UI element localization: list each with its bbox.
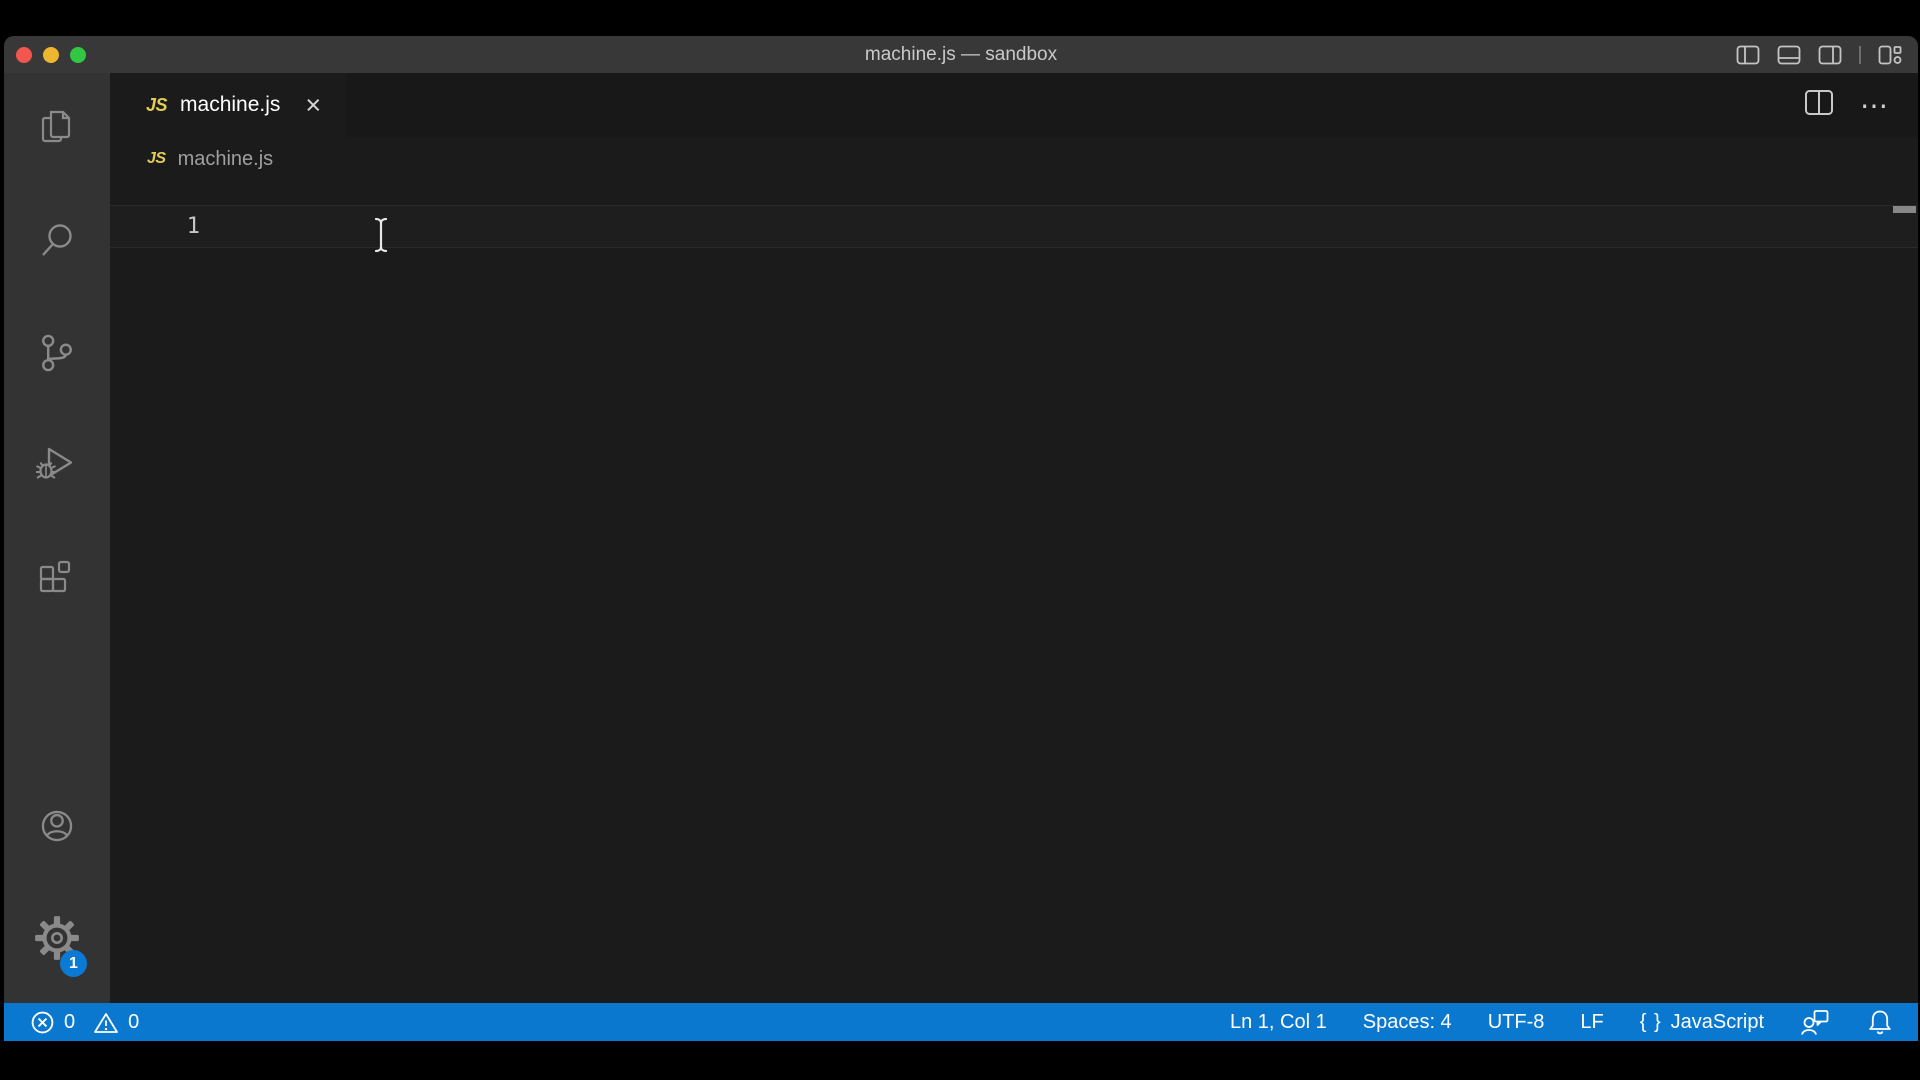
javascript-file-icon: JS [146,95,167,116]
overview-ruler-marker [1893,206,1916,213]
tab-machine-js[interactable]: JS machine.js × [110,73,347,137]
editor-group: JS machine.js × ⋯ JS machine.js [110,73,1918,1003]
explorer-files-icon [33,105,81,153]
account-button[interactable] [4,770,110,882]
run-debug-icon [33,441,81,489]
source-control-icon [35,331,79,375]
error-icon [30,1010,55,1035]
customize-layout-icon [1878,45,1902,65]
search-icon [33,217,81,265]
tab-bar: JS machine.js × ⋯ [110,73,1918,137]
titlebar-separator [1859,46,1861,64]
sidebar-left-icon [1736,45,1760,65]
bell-icon [1866,1008,1894,1036]
encoding-button[interactable]: UTF-8 [1488,1011,1545,1034]
activity-search-button[interactable] [4,185,110,297]
line-number[interactable]: 1 [110,214,200,239]
toggle-secondary-sidebar-button[interactable] [1818,45,1842,65]
eol-button[interactable]: LF [1580,1011,1603,1034]
content-area: 1 JS machine.js × [4,73,1918,1003]
customize-layout-button[interactable] [1878,45,1902,65]
minimize-window-button[interactable] [43,47,59,63]
vscode-window: machine.js — sandbox [4,36,1918,1041]
code-editor[interactable]: 1 [110,181,1918,1003]
more-actions-button[interactable]: ⋯ [1860,89,1890,122]
language-mode-button[interactable]: { } JavaScript [1640,1011,1764,1034]
activity-explorer-button[interactable] [4,73,110,185]
split-editor-icon [1804,89,1834,116]
activity-run-debug-button[interactable] [4,409,110,521]
editor-actions: ⋯ [1804,73,1918,137]
breadcrumb[interactable]: JS machine.js [110,137,1918,181]
tab-label: machine.js [180,93,280,117]
breadcrumb-file-name[interactable]: machine.js [178,148,274,171]
feedback-button[interactable] [1800,1008,1830,1036]
javascript-file-icon: JS [147,150,166,168]
status-bar-left: 0 0 [30,1010,139,1035]
indentation-button[interactable]: Spaces: 4 [1363,1011,1452,1034]
sidebar-right-icon [1818,45,1842,65]
activity-source-control-button[interactable] [4,297,110,409]
status-bar: 0 0 Ln 1, Col 1 Spaces: 4 UTF-8 LF { } J… [4,1003,1918,1041]
settings-button[interactable]: 1 [4,882,110,994]
toggle-primary-sidebar-button[interactable] [1736,45,1760,65]
settings-badge: 1 [60,950,87,977]
status-bar-right: Ln 1, Col 1 Spaces: 4 UTF-8 LF { } JavaS… [1230,1008,1894,1036]
account-icon [32,801,82,851]
toggle-panel-button[interactable] [1777,45,1801,65]
problems-button[interactable]: 0 0 [30,1010,139,1035]
close-window-button[interactable] [16,47,32,63]
split-editor-button[interactable] [1804,89,1834,121]
panel-icon [1777,45,1801,65]
mouse-ibeam-cursor [372,217,390,258]
activity-extensions-button[interactable] [4,521,110,633]
title-bar: machine.js — sandbox [4,36,1918,73]
braces-icon: { } [1640,1011,1662,1034]
warning-count: 0 [128,1011,139,1034]
language-label: JavaScript [1671,1011,1764,1034]
layout-controls [1736,36,1902,73]
error-count: 0 [64,1011,75,1034]
window-title: machine.js — sandbox [4,44,1918,66]
activity-bar: 1 [4,73,110,1003]
activity-bar-bottom: 1 [4,770,110,994]
close-tab-button[interactable]: × [305,92,321,119]
zoom-window-button[interactable] [70,47,86,63]
warning-icon [93,1010,119,1035]
notifications-button[interactable] [1866,1008,1894,1036]
window-controls [4,47,86,63]
cursor-position-button[interactable]: Ln 1, Col 1 [1230,1011,1327,1034]
feedback-person-icon [1800,1008,1830,1036]
extensions-icon [33,553,81,601]
